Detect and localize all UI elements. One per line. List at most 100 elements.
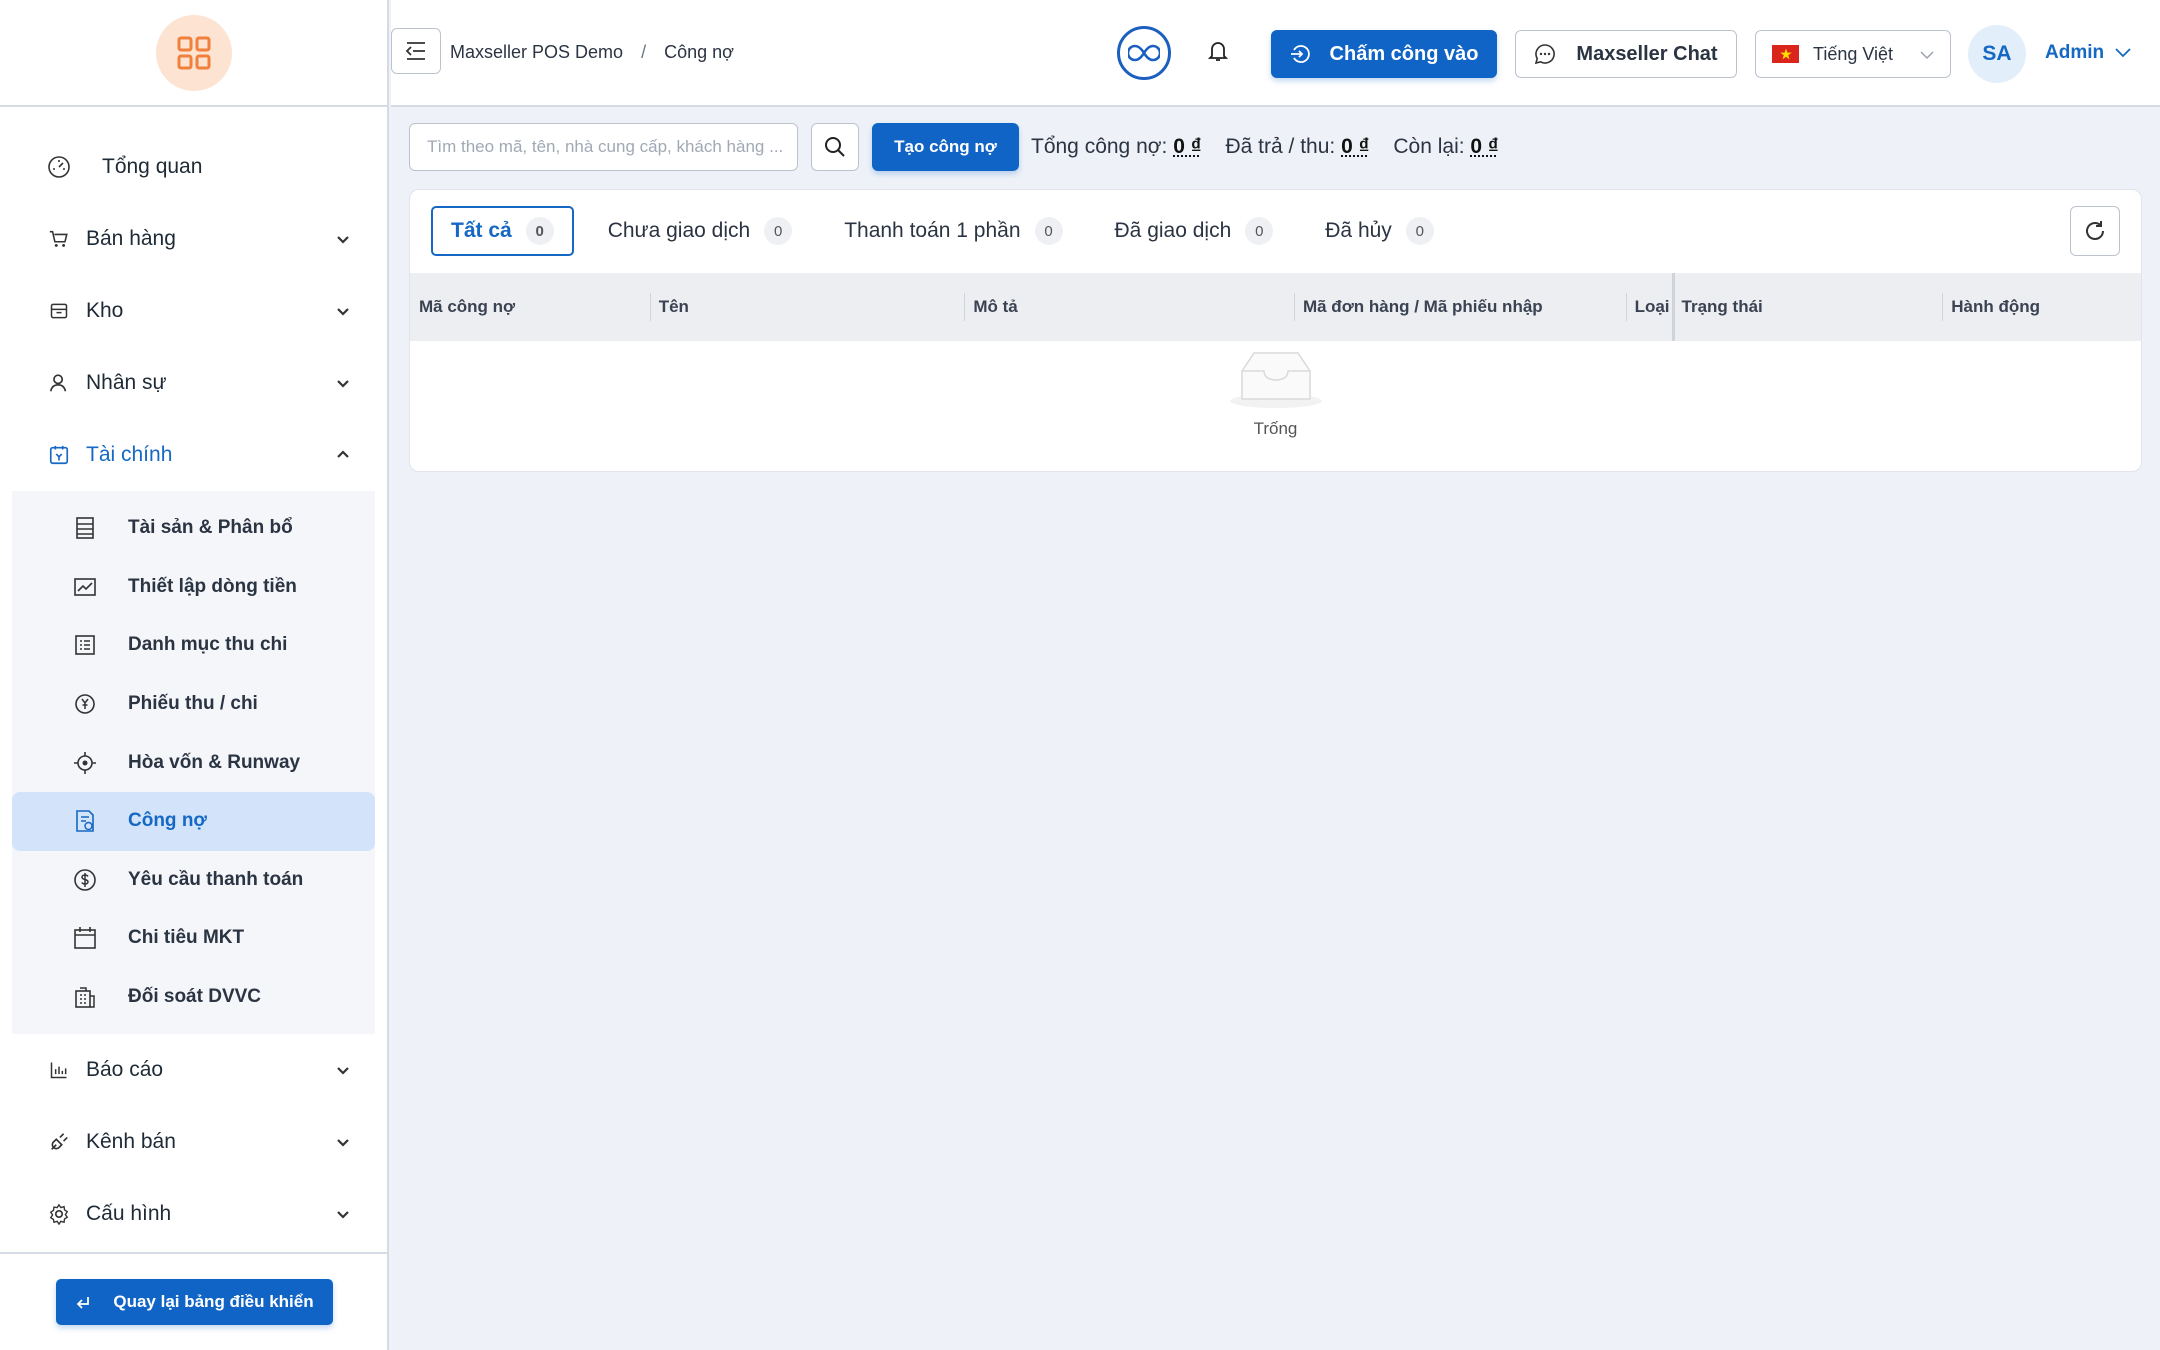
tab-count-badge: 0 — [764, 217, 793, 245]
sidebar-subitem-cashflow[interactable]: Thiết lập dòng tiền — [12, 558, 375, 617]
sidebar-subitem-label: Hòa vốn & Runway — [128, 751, 301, 773]
back-to-dashboard-button[interactable]: Quay lại bảng điều khiển — [56, 1279, 333, 1325]
chevron-down-icon — [337, 308, 349, 316]
empty-state-label: Trống — [1253, 419, 1298, 438]
tab-transacted[interactable]: Đã giao dịch 0 — [1097, 206, 1292, 256]
sidebar-subitem-assets[interactable]: Tài sản & Phân bổ — [12, 499, 375, 558]
sidebar-item-overview[interactable]: Tổng quan — [0, 131, 387, 203]
column-header-name[interactable]: Tên — [649, 273, 965, 341]
breadcrumb-root[interactable]: Maxseller POS Demo — [450, 42, 623, 63]
chat-label: Maxseller Chat — [1576, 42, 1718, 65]
sidebar-item-label: Nhân sự — [86, 371, 167, 394]
sidebar-subitem-label: Tài sản & Phân bổ — [128, 517, 293, 539]
chevron-up-icon — [337, 450, 349, 458]
breadcrumb-separator: / — [641, 42, 647, 62]
tab-count-badge: 0 — [1034, 217, 1063, 245]
back-button-label: Quay lại bảng điều khiển — [113, 1292, 314, 1311]
remaining-value: 0 ₫ — [1470, 135, 1499, 158]
logo-area — [0, 0, 387, 107]
debt-document-icon — [72, 808, 98, 834]
table-header: Mã công nợ Tên Mô tả Mã đơn hàng / Mã ph… — [410, 273, 2141, 341]
column-header-debt-code[interactable]: Mã công nợ — [410, 273, 650, 341]
total-debt-stat: Tổng công nợ: 0 ₫ — [1031, 135, 1202, 159]
yen-cycle-icon — [72, 691, 98, 717]
sidebar-item-reports[interactable]: Báo cáo — [0, 1034, 387, 1106]
tab-label: Chưa giao dịch — [607, 219, 751, 242]
infinity-icon — [1128, 44, 1160, 62]
plug-icon — [46, 1129, 72, 1155]
sidebar-subitem-categories[interactable]: Danh mục thu chi — [12, 616, 375, 675]
tab-count-badge: 0 — [525, 217, 554, 245]
chevron-down-icon — [337, 380, 349, 388]
calendar-icon — [72, 925, 98, 951]
total-debt-value: 0 ₫ — [1173, 135, 1202, 158]
user-menu[interactable]: Admin — [2045, 42, 2132, 64]
sidebar-item-label: Báo cáo — [86, 1058, 164, 1082]
top-header: Maxseller POS Demo / Công nợ Chấm công v… — [391, 0, 2160, 107]
sidebar-subitem-label: Công nợ — [128, 810, 207, 832]
column-header-order-code[interactable]: Mã đơn hàng / Mã phiếu nhập — [1293, 273, 1626, 341]
tab-count-badge: 0 — [1245, 217, 1274, 245]
empty-inbox-icon — [1229, 352, 1322, 408]
app-logo[interactable] — [155, 14, 232, 91]
tab-count-badge: 0 — [1405, 217, 1434, 245]
status-tabs: Tất cả 0 Chưa giao dịch 0 Thanh toán 1 p… — [431, 206, 1468, 256]
chevron-down-icon — [337, 1211, 349, 1219]
empty-state: Trống — [410, 341, 2141, 473]
integration-button[interactable] — [1117, 26, 1171, 80]
target-icon — [72, 750, 98, 776]
sidebar-item-label: Kho — [86, 299, 124, 322]
tab-label: Tất cả — [451, 219, 512, 242]
sidebar-subitem-mkt-spending[interactable]: Chi tiêu MKT — [12, 909, 375, 968]
sidebar-item-hr[interactable]: Nhân sự — [0, 347, 387, 419]
breadcrumb: Maxseller POS Demo / Công nợ — [450, 42, 734, 63]
clock-in-button[interactable]: Chấm công vào — [1271, 30, 1497, 78]
sidebar-item-finance[interactable]: Tài chính — [0, 419, 387, 491]
menu-collapse-icon — [405, 42, 425, 60]
tab-not-transacted[interactable]: Chưa giao dịch 0 — [590, 206, 810, 256]
sidebar-subitem-debts[interactable]: Công nợ — [12, 791, 375, 851]
sidebar-subitem-payment-requests[interactable]: Yêu cầu thanh toán — [12, 851, 375, 910]
refresh-button[interactable] — [2070, 206, 2120, 256]
paid-label: Đã trả / thu: — [1225, 135, 1336, 158]
sidebar-item-label: Bán hàng — [86, 227, 176, 250]
chevron-down-icon — [337, 1139, 349, 1147]
login-icon — [1290, 45, 1310, 63]
debt-summary: Tổng công nợ: 0 ₫ Đã trả / thu: 0 ₫ Còn … — [1031, 135, 1499, 159]
sidebar-subitem-breakeven[interactable]: Hòa vốn & Runway — [12, 733, 375, 792]
sidebar-subitem-vouchers[interactable]: Phiếu thu / chi — [12, 675, 375, 734]
search-input[interactable]: Tìm theo mã, tên, nhà cung cấp, khách hà… — [409, 123, 798, 171]
bar-chart-icon — [46, 1057, 72, 1083]
column-header-status[interactable]: Trạng thái — [1672, 273, 1943, 341]
column-header-type[interactable]: Loại — [1625, 273, 1675, 341]
breadcrumb-current: Công nợ — [664, 42, 734, 62]
sidebar-toggle-button[interactable] — [391, 28, 441, 74]
notification-button[interactable] — [1208, 40, 1228, 62]
tab-label: Đã giao dịch — [1114, 219, 1232, 242]
finance-submenu: Tài sản & Phân bổ Thiết lập dòng tiền Da… — [12, 491, 375, 1035]
language-select[interactable]: Tiếng Việt — [1755, 30, 1951, 78]
sidebar-item-sales[interactable]: Bán hàng — [0, 203, 387, 275]
sidebar-subitem-label: Chi tiêu MKT — [128, 927, 245, 949]
tab-partial-payment[interactable]: Thanh toán 1 phần 0 — [826, 206, 1080, 256]
create-debt-button[interactable]: Tạo công nợ — [872, 123, 1019, 171]
list-icon — [72, 632, 98, 658]
sidebar-subitem-carrier-reconcile[interactable]: Đối soát DVVC — [12, 968, 375, 1027]
column-header-actions: Hành động — [1942, 273, 2141, 341]
avatar[interactable]: SA — [1968, 25, 2026, 83]
tab-cancelled[interactable]: Đã hủy 0 — [1307, 206, 1452, 256]
sidebar-item-settings[interactable]: Cấu hình — [0, 1178, 387, 1250]
sidebar-item-label: Tổng quan — [102, 155, 203, 178]
chevron-down-icon — [2115, 48, 2131, 58]
user-icon — [46, 370, 72, 396]
tab-all[interactable]: Tất cả 0 — [431, 206, 574, 256]
chat-button[interactable]: Maxseller Chat — [1515, 30, 1737, 78]
sidebar-item-warehouse[interactable]: Kho — [0, 275, 387, 347]
gear-icon — [46, 1201, 72, 1227]
sidebar-item-channels[interactable]: Kênh bán — [0, 1106, 387, 1178]
box-icon — [46, 298, 72, 324]
search-button[interactable] — [811, 123, 859, 171]
remaining-label: Còn lại: — [1393, 135, 1465, 158]
paid-stat: Đã trả / thu: 0 ₫ — [1226, 135, 1370, 159]
column-header-description[interactable]: Mô tả — [964, 273, 1294, 341]
